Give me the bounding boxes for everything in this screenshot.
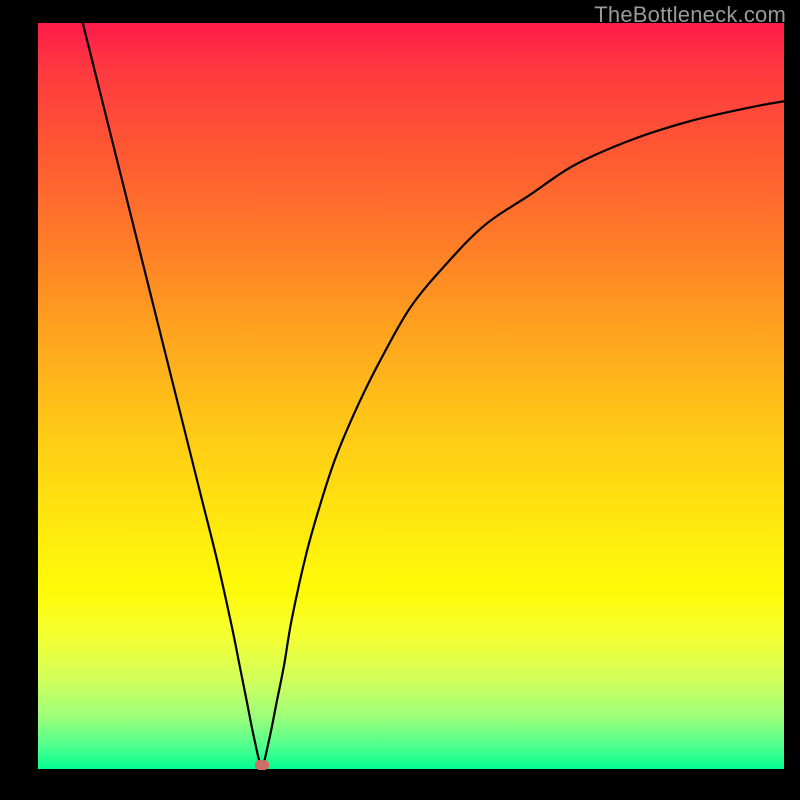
chart-frame: TheBottleneck.com <box>0 0 800 800</box>
watermark-text: TheBottleneck.com <box>594 2 786 28</box>
bottleneck-curve <box>38 23 784 769</box>
minimum-marker <box>255 760 269 770</box>
plot-area <box>38 23 784 769</box>
